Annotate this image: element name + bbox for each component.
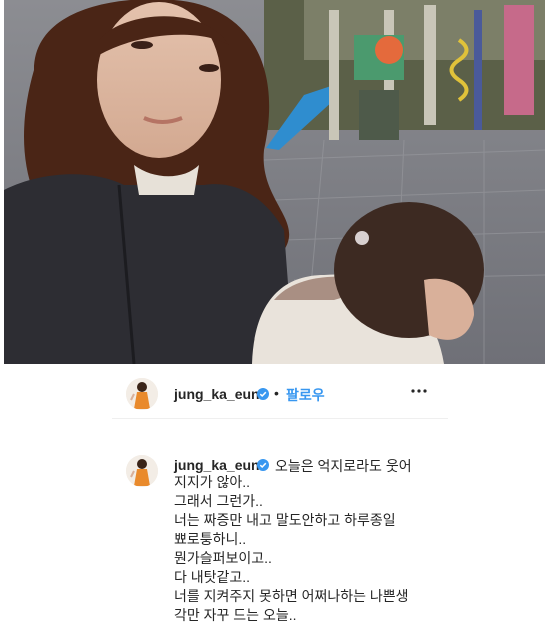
caption-username[interactable]: jung_ka_eun xyxy=(174,457,260,473)
post-username[interactable]: jung_ka_eun xyxy=(174,386,260,402)
follow-button[interactable]: 팔로우 xyxy=(286,385,325,405)
caption-avatar[interactable] xyxy=(126,455,158,487)
caption-line: 너는 짜증만 내고 말도안하고 하루종일 xyxy=(174,512,396,528)
caption-text: 지지가 않아.. 그래서 그런가.. 너는 짜증만 내고 말도안하고 하루종일 … xyxy=(174,473,444,625)
caption-line: 너를 지켜주지 못하면 어쩌나하는 나쁜생 xyxy=(174,588,409,604)
post-header: jung_ka_eun • 팔로우 xyxy=(112,370,448,419)
caption-line: 뾰로퉁하니.. xyxy=(174,531,247,547)
profile-avatar[interactable] xyxy=(126,378,158,410)
more-options-button[interactable] xyxy=(406,382,432,402)
caption-line: 뭔가슬퍼보이고.. xyxy=(174,550,272,566)
caption-line: 다 내탓같고.. xyxy=(174,569,251,585)
post-photo xyxy=(4,0,545,364)
caption-line: 지지가 않아.. xyxy=(174,474,251,490)
separator-dot: • xyxy=(274,385,279,401)
verified-badge-icon xyxy=(257,459,269,471)
ellipsis-icon xyxy=(411,389,427,393)
caption-line: 그래서 그런가.. xyxy=(174,493,263,509)
caption-block: jung_ka_eun 오늘은 억지로라도 웃어 지지가 않아.. 그래서 그런… xyxy=(112,418,448,628)
verified-badge-icon xyxy=(257,388,269,400)
caption-line: 각만 자꾸 드는 오늘.. xyxy=(174,607,297,623)
